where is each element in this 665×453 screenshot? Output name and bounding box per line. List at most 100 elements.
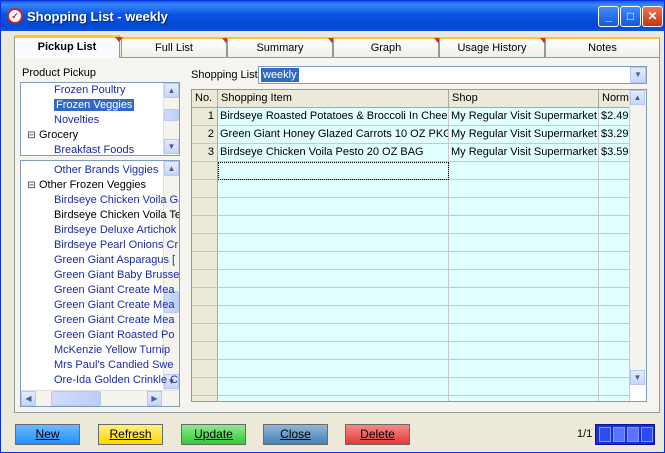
- grid-cell-normal[interactable]: [599, 252, 630, 270]
- grid-cell-item[interactable]: [218, 324, 449, 342]
- grid-cell-item[interactable]: [218, 180, 449, 198]
- tree-node[interactable]: Ore-Ida Golden Crinkle C: [54, 373, 178, 388]
- grid-cell-shop[interactable]: [449, 288, 599, 306]
- tab-notes[interactable]: Notes: [545, 37, 660, 57]
- grid-cell-item[interactable]: [218, 288, 449, 306]
- tree-node[interactable]: Birdseye Pearl Onions Cr: [54, 238, 178, 253]
- grid-cell-item[interactable]: [218, 252, 449, 270]
- grid-cell-shop[interactable]: [449, 198, 599, 216]
- grid-cell-item[interactable]: [218, 216, 449, 234]
- next-page-icon[interactable]: [627, 427, 639, 442]
- shopping-items-grid[interactable]: No. Shopping Item Shop Norma ▲ ▼ ◀ ▶ 1Bi…: [191, 89, 647, 402]
- grid-vscrollbar[interactable]: ▲ ▼: [629, 90, 646, 385]
- row-number[interactable]: [192, 378, 218, 396]
- scroll-up-icon[interactable]: ▲: [164, 83, 179, 98]
- grid-cell-normal[interactable]: [599, 180, 630, 198]
- row-number[interactable]: [192, 288, 218, 306]
- grid-cell-normal[interactable]: $3.59: [599, 144, 630, 162]
- grid-cell-item[interactable]: Birdseye Roasted Potatoes & Broccoli In …: [218, 108, 449, 126]
- title-bar[interactable]: ✓ Shopping List - weekly _ □ ✕: [1, 1, 664, 31]
- row-number[interactable]: [192, 252, 218, 270]
- grid-cell-shop[interactable]: [449, 180, 599, 198]
- tree-node[interactable]: ⊟ Other Frozen Veggies: [27, 178, 146, 193]
- grid-cell-normal[interactable]: [599, 288, 630, 306]
- pager-control[interactable]: [595, 424, 655, 445]
- tree-node[interactable]: Green Giant Create Mea: [54, 298, 174, 313]
- scroll-right-icon[interactable]: ▶: [147, 391, 162, 406]
- row-number[interactable]: [192, 180, 218, 198]
- maximize-button[interactable]: □: [620, 6, 641, 27]
- tree-node[interactable]: Frozen Veggies: [54, 98, 135, 113]
- grid-cell-normal[interactable]: [599, 216, 630, 234]
- category-tree[interactable]: ▲ ▼ Frozen Poultry Frozen Veggies Noveltie…: [20, 82, 180, 156]
- tree-node[interactable]: Breakfast Foods: [54, 143, 134, 155]
- tree-node[interactable]: Green Giant Baby Brusse: [54, 268, 179, 283]
- tree-node[interactable]: Green Giant Roasted Po: [54, 328, 174, 343]
- grid-cell-shop[interactable]: [449, 216, 599, 234]
- category-tree-scrollbar[interactable]: ▲ ▼: [163, 83, 179, 155]
- grid-cell-item[interactable]: [218, 342, 449, 360]
- tree-node[interactable]: Birdseye Chicken Voila Te: [54, 208, 179, 223]
- grid-cell-shop[interactable]: [449, 342, 599, 360]
- grid-cell-shop[interactable]: [449, 360, 599, 378]
- row-number[interactable]: [192, 342, 218, 360]
- grid-cell-normal[interactable]: [599, 360, 630, 378]
- row-number[interactable]: [192, 270, 218, 288]
- grid-cell-shop[interactable]: [449, 162, 599, 180]
- row-number[interactable]: 3: [192, 144, 218, 162]
- grid-cell-normal[interactable]: $2.49: [599, 108, 630, 126]
- row-number[interactable]: 2: [192, 126, 218, 144]
- scroll-thumb[interactable]: [51, 391, 101, 406]
- grid-cell-normal[interactable]: [599, 396, 630, 401]
- tree-node[interactable]: Birdseye Deluxe Artichok: [54, 223, 176, 238]
- grid-cell-shop[interactable]: [449, 234, 599, 252]
- row-number[interactable]: [192, 162, 218, 180]
- grid-cell-shop[interactable]: My Regular Visit Supermarket: [449, 126, 599, 144]
- grid-cell-normal[interactable]: [599, 306, 630, 324]
- grid-cell-normal[interactable]: [599, 324, 630, 342]
- row-number[interactable]: [192, 216, 218, 234]
- row-number[interactable]: 1: [192, 108, 218, 126]
- focused-cell[interactable]: [218, 162, 449, 180]
- row-number[interactable]: [192, 360, 218, 378]
- first-page-icon[interactable]: [599, 427, 611, 442]
- prev-page-icon[interactable]: [613, 427, 625, 442]
- scroll-down-icon[interactable]: ▼: [630, 370, 645, 385]
- tab-usage-history[interactable]: Usage History: [439, 37, 548, 57]
- scroll-down-icon[interactable]: ▼: [164, 139, 179, 154]
- tree-node[interactable]: Frozen Poultry: [54, 83, 126, 98]
- tree-node[interactable]: McKenzie Yellow Turnip: [54, 343, 170, 358]
- grid-cell-shop[interactable]: [449, 378, 599, 396]
- tree-node[interactable]: Green Giant Asparagus [: [54, 253, 175, 268]
- scroll-up-icon[interactable]: ▲: [630, 90, 645, 105]
- tree-node[interactable]: ⊟ Grocery: [27, 128, 78, 143]
- tree-node[interactable]: Green Giant Create Mea: [54, 283, 174, 298]
- grid-cell-normal[interactable]: [599, 342, 630, 360]
- grid-cell-normal[interactable]: [599, 270, 630, 288]
- column-header-no[interactable]: No.: [192, 90, 218, 108]
- grid-cell-normal[interactable]: [599, 162, 630, 180]
- product-tree[interactable]: ▲ ▼ ◀ ▶ Other Brands Viggies ⊟ Other Froze…: [20, 160, 180, 407]
- column-header-item[interactable]: Shopping Item: [218, 90, 449, 108]
- shopping-list-select[interactable]: weekly ▼: [258, 66, 647, 84]
- grid-cell-item[interactable]: [218, 270, 449, 288]
- grid-cell-item[interactable]: Green Giant Honey Glazed Carrots 10 OZ P…: [218, 126, 449, 144]
- tree-expander-icon[interactable]: ⊟: [27, 178, 36, 193]
- row-number[interactable]: [192, 324, 218, 342]
- column-header-shop[interactable]: Shop: [449, 90, 599, 108]
- grid-cell-item[interactable]: [218, 198, 449, 216]
- scroll-left-icon[interactable]: ◀: [21, 391, 36, 406]
- new-button[interactable]: New: [15, 424, 80, 445]
- grid-cell-normal[interactable]: [599, 198, 630, 216]
- grid-cell-item[interactable]: Birdseye Chicken Voila Pesto 20 OZ BAG: [218, 144, 449, 162]
- grid-cell-normal[interactable]: [599, 234, 630, 252]
- row-number[interactable]: [192, 198, 218, 216]
- grid-cell-shop[interactable]: My Regular Visit Supermarket: [449, 144, 599, 162]
- grid-cell-shop[interactable]: [449, 270, 599, 288]
- tab-summary[interactable]: Summary: [227, 37, 336, 57]
- tree-expander-icon[interactable]: ⊟: [27, 128, 36, 143]
- row-number[interactable]: [192, 234, 218, 252]
- tab-pickup-list[interactable]: Pickup List: [14, 35, 123, 58]
- last-page-icon[interactable]: [641, 427, 653, 442]
- minimize-button[interactable]: _: [598, 6, 619, 27]
